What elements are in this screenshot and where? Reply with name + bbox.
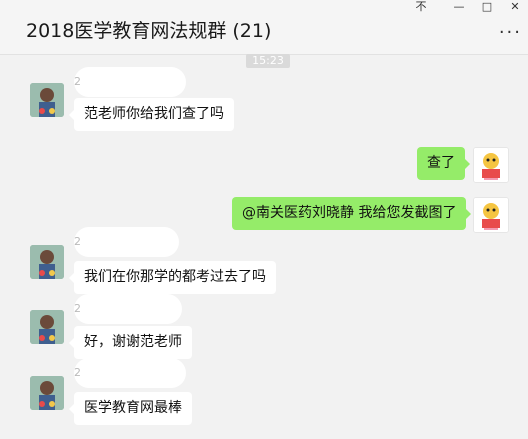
timestamp: 15:23 bbox=[246, 54, 290, 68]
chat-title: 2018医学教育网法规群 (21) bbox=[26, 20, 272, 42]
child-photo-icon bbox=[30, 245, 64, 279]
avatar[interactable] bbox=[473, 147, 509, 183]
avatar[interactable] bbox=[30, 83, 64, 117]
sender-name: 2 bbox=[74, 67, 186, 97]
maximize-icon[interactable]: □ bbox=[474, 0, 500, 14]
message-bubble[interactable]: 查了 bbox=[417, 147, 470, 180]
pin-icon[interactable]: 不 bbox=[408, 0, 434, 14]
message-bubble[interactable]: 好，谢谢范老师 bbox=[69, 326, 192, 359]
message-bubble[interactable]: 医学教育网最棒 bbox=[69, 392, 192, 425]
message-bubble[interactable]: @南关医药刘晓静 我给您发截图了 bbox=[232, 197, 472, 230]
avatar[interactable] bbox=[30, 376, 64, 410]
cartoon-mascot-icon bbox=[474, 198, 508, 232]
message-bubble[interactable]: 范老师你给我们查了吗 bbox=[69, 98, 234, 131]
message-bubble[interactable]: 我们在你那学的都考过去了吗 bbox=[69, 261, 276, 294]
child-photo-icon bbox=[30, 83, 64, 117]
sender-name: 2 bbox=[74, 227, 179, 257]
avatar[interactable] bbox=[473, 197, 509, 233]
sender-name: 2 bbox=[74, 294, 182, 324]
title-bar: 2018医学教育网法规群 (21) 不 — □ ✕ ··· bbox=[0, 0, 528, 55]
avatar[interactable] bbox=[30, 310, 64, 344]
sender-name: 2 bbox=[74, 358, 186, 388]
minimize-icon[interactable]: — bbox=[446, 0, 472, 14]
child-photo-icon bbox=[30, 310, 64, 344]
close-icon[interactable]: ✕ bbox=[502, 0, 528, 14]
child-photo-icon bbox=[30, 376, 64, 410]
cartoon-mascot-icon bbox=[474, 148, 508, 182]
avatar[interactable] bbox=[30, 245, 64, 279]
more-options-icon[interactable]: ··· bbox=[499, 24, 522, 42]
